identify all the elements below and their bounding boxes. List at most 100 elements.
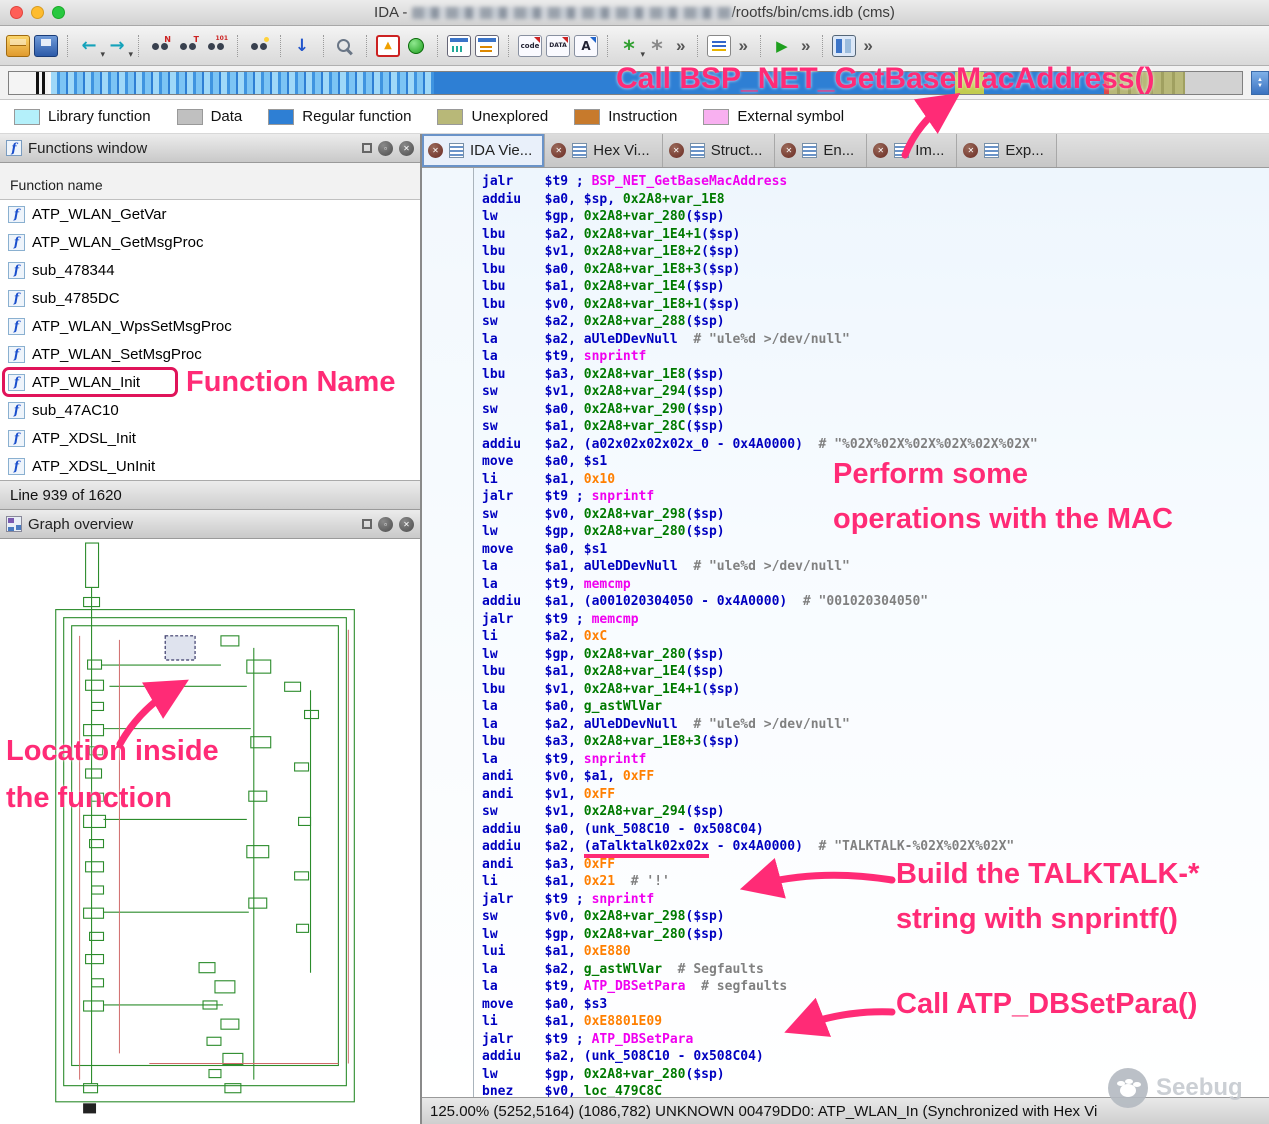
function-list-item[interactable]: fATP_XDSL_Init <box>0 424 420 452</box>
restore-panel-icon[interactable]: ▫ <box>378 141 393 156</box>
asm-line[interactable]: jalr $t9 ; snprintf <box>482 891 1269 909</box>
chart-a-icon[interactable] <box>447 35 471 57</box>
flashlight-icon[interactable] <box>333 35 357 57</box>
tab-exp[interactable]: ✕Exp... <box>957 134 1056 167</box>
asm-line[interactable]: lui $a1, 0xE880 <box>482 943 1269 961</box>
maximize-panel-icon[interactable] <box>362 143 372 153</box>
asm-line[interactable]: la $a0, g_astWlVar <box>482 698 1269 716</box>
problem-icon[interactable] <box>376 35 400 57</box>
asm-line[interactable]: andi $v1, 0xFF <box>482 786 1269 804</box>
add-func-icon[interactable] <box>617 35 641 57</box>
asm-line[interactable]: sw $v1, 0x2A8+var_294($sp) <box>482 803 1269 821</box>
function-list-item[interactable]: fATP_WLAN_WpsSetMsgProc <box>0 312 420 340</box>
asm-line[interactable]: li $a2, 0xC <box>482 628 1269 646</box>
asm-line[interactable]: sw $a1, 0x2A8+var_28C($sp) <box>482 418 1269 436</box>
asm-line[interactable]: lbu $a1, 0x2A8+var_1E4($sp) <box>482 663 1269 681</box>
create-string-icon[interactable] <box>574 35 598 57</box>
navigation-band[interactable] <box>8 71 1243 95</box>
asm-line[interactable]: addiu $a2, (aTalktalk02x02x - 0x4A0000) … <box>482 838 1269 856</box>
asm-line[interactable]: lbu $a3, 0x2A8+var_1E8+3($sp) <box>482 733 1269 751</box>
asm-line[interactable]: la $t9, ATP_DBSetPara # segfaults <box>482 978 1269 996</box>
overflow-chevron-icon[interactable]: » <box>735 36 750 56</box>
nav-forward-icon[interactable] <box>105 35 129 57</box>
run-icon[interactable] <box>770 35 794 57</box>
disassembly-listing[interactable]: jalr $t9 ; BSP_NET_GetBaseMacAddressaddi… <box>422 168 1269 1097</box>
asm-line[interactable]: lbu $v1, 0x2A8+var_1E4+1($sp) <box>482 681 1269 699</box>
asm-line[interactable]: sw $v1, 0x2A8+var_294($sp) <box>482 383 1269 401</box>
add-breakpoint-icon[interactable] <box>645 35 669 57</box>
function-list-item[interactable]: fATP_WLAN_GetMsgProc <box>0 228 420 256</box>
ok-circle-icon[interactable] <box>404 35 428 57</box>
asm-line[interactable]: jalr $t9 ; snprintf <box>482 488 1269 506</box>
tab-close-icon[interactable]: ✕ <box>963 143 978 158</box>
chart-b-icon[interactable] <box>475 35 499 57</box>
asm-line[interactable]: lbu $v0, 0x2A8+var_1E8+1($sp) <box>482 296 1269 314</box>
nav-back-icon[interactable] <box>77 35 101 57</box>
asm-line[interactable]: jalr $t9 ; ATP_DBSetPara <box>482 1031 1269 1049</box>
comments-icon[interactable] <box>707 35 731 57</box>
asm-line[interactable]: addiu $a2, (unk_508C10 - 0x508C04) <box>482 1048 1269 1066</box>
asm-line[interactable]: lbu $a0, 0x2A8+var_1E8+3($sp) <box>482 261 1269 279</box>
jump-sequence-icon[interactable] <box>204 35 228 57</box>
close-panel-icon[interactable]: ✕ <box>399 141 414 156</box>
create-code-icon[interactable] <box>518 35 542 57</box>
asm-line[interactable]: addiu $a1, (a001020304050 - 0x4A0000) # … <box>482 593 1269 611</box>
tab-struct[interactable]: ✕Struct... <box>663 134 776 167</box>
function-list-item[interactable]: fsub_478344 <box>0 256 420 284</box>
create-data-icon[interactable] <box>546 35 570 57</box>
asm-line[interactable]: andi $v0, $a1, 0xFF <box>482 768 1269 786</box>
asm-line[interactable]: jalr $t9 ; BSP_NET_GetBaseMacAddress <box>482 173 1269 191</box>
asm-line[interactable]: sw $a0, 0x2A8+var_290($sp) <box>482 401 1269 419</box>
asm-line[interactable]: move $a0, $s3 <box>482 996 1269 1014</box>
jump-name-icon[interactable] <box>148 35 172 57</box>
asm-line[interactable]: addiu $a0, (unk_508C10 - 0x508C04) <box>482 821 1269 839</box>
asm-line[interactable]: addiu $a0, $sp, 0x2A8+var_1E8 <box>482 191 1269 209</box>
function-list-item[interactable]: fATP_WLAN_GetVar <box>0 200 420 228</box>
function-list-item[interactable]: fATP_WLAN_SetMsgProc <box>0 340 420 368</box>
tab-close-icon[interactable]: ✕ <box>781 143 796 158</box>
asm-line[interactable]: sw $a2, 0x2A8+var_288($sp) <box>482 313 1269 331</box>
asm-line[interactable]: lbu $a1, 0x2A8+var_1E4($sp) <box>482 278 1269 296</box>
overflow-chevron-icon[interactable]: » <box>798 36 813 56</box>
desktop-icon[interactable] <box>832 35 856 57</box>
function-list-item[interactable]: fsub_47AC10 <box>0 396 420 424</box>
asm-line[interactable]: sw $v0, 0x2A8+var_298($sp) <box>482 506 1269 524</box>
asm-line[interactable]: li $a1, 0x10 <box>482 471 1269 489</box>
asm-line[interactable]: lbu $a2, 0x2A8+var_1E4+1($sp) <box>482 226 1269 244</box>
function-list-item[interactable]: fATP_WLAN_Init <box>0 368 420 396</box>
graph-overview-canvas[interactable] <box>0 539 420 1124</box>
asm-line[interactable]: move $a0, $s1 <box>482 541 1269 559</box>
asm-line[interactable]: la $a1, aUleDDevNull # "ule%d >/dev/null… <box>482 558 1269 576</box>
asm-line[interactable]: lw $gp, 0x2A8+var_280($sp) <box>482 646 1269 664</box>
open-file-icon[interactable] <box>6 35 30 57</box>
tab-en[interactable]: ✕En... <box>775 134 867 167</box>
asm-line[interactable]: lw $gp, 0x2A8+var_280($sp) <box>482 208 1269 226</box>
asm-line[interactable]: lw $gp, 0x2A8+var_280($sp) <box>482 926 1269 944</box>
close-panel-icon[interactable]: ✕ <box>399 517 414 532</box>
tab-close-icon[interactable]: ✕ <box>428 143 443 158</box>
tab-close-icon[interactable]: ✕ <box>669 143 684 158</box>
functions-window-header[interactable]: f Functions window ▫ ✕ <box>0 134 420 163</box>
function-name-column-header[interactable]: Function name <box>0 163 420 200</box>
asm-line[interactable]: move $a0, $s1 <box>482 453 1269 471</box>
search-bin-icon[interactable] <box>247 35 271 57</box>
restore-panel-icon[interactable]: ▫ <box>378 517 393 532</box>
asm-line[interactable]: la $a2, aUleDDevNull # "ule%d >/dev/null… <box>482 716 1269 734</box>
overflow-chevron-icon[interactable]: » <box>673 36 688 56</box>
asm-line[interactable]: li $a1, 0xE8801E09 <box>482 1013 1269 1031</box>
jump-text-icon[interactable] <box>176 35 200 57</box>
asm-line[interactable]: addiu $a2, (a02x02x02x02x_0 - 0x4A0000) … <box>482 436 1269 454</box>
tab-hexvi[interactable]: ✕Hex Vi... <box>545 134 662 167</box>
graph-overview-header[interactable]: Graph overview ▫ ✕ <box>0 510 420 539</box>
tab-im[interactable]: ✕Im... <box>867 134 957 167</box>
tab-idavie[interactable]: ✕IDA Vie... <box>422 134 545 167</box>
asm-line[interactable]: lw $gp, 0x2A8+var_280($sp) <box>482 523 1269 541</box>
jump-xref-icon[interactable] <box>290 35 314 57</box>
asm-line[interactable]: li $a1, 0x21 # '!' <box>482 873 1269 891</box>
asm-line[interactable]: la $a2, g_astWlVar # Segfaults <box>482 961 1269 979</box>
navband-zoom-button[interactable]: ▲▼ <box>1251 71 1269 95</box>
function-list-item[interactable]: fATP_XDSL_UnInit <box>0 452 420 480</box>
asm-line[interactable]: la $a2, aUleDDevNull # "ule%d >/dev/null… <box>482 331 1269 349</box>
asm-line[interactable]: lbu $a3, 0x2A8+var_1E8($sp) <box>482 366 1269 384</box>
tab-close-icon[interactable]: ✕ <box>551 143 566 158</box>
